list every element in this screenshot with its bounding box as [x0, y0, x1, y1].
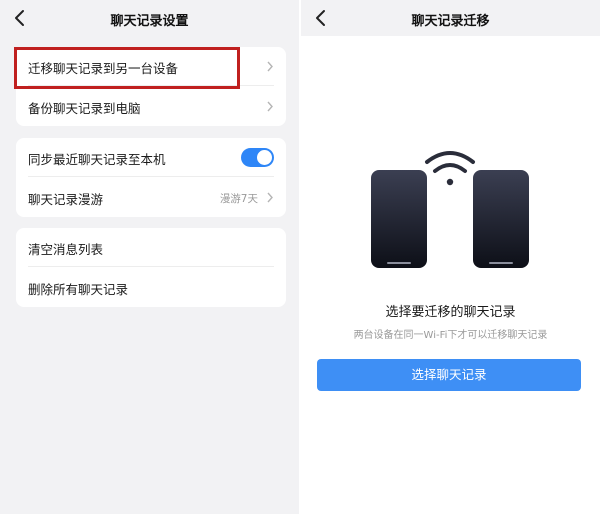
settings-group-clear: 清空消息列表 删除所有聊天记录 [16, 228, 286, 307]
chat-settings-screen: 聊天记录设置 迁移聊天记录到另一台设备 备份聊天记录到电脑 同步最近聊天记录至本… [0, 0, 299, 514]
row-backup-to-pc[interactable]: 备份聊天记录到电脑 [16, 87, 286, 126]
device-transfer-illustration [371, 151, 529, 268]
chat-migration-screen: 聊天记录迁移 选择要迁移的聊天记录 两台设备在同一Wi-Fi下才可以迁移聊天记录… [301, 0, 600, 514]
page-title: 聊天记录设置 [110, 14, 189, 29]
toggle-knob [257, 150, 272, 165]
row-label: 聊天记录漫游 [28, 192, 104, 207]
nav-bar: 聊天记录设置 [0, 0, 299, 36]
roaming-value: 漫游7天 [219, 193, 258, 205]
migration-heading: 选择要迁移的聊天记录 [385, 305, 516, 320]
divider [28, 266, 274, 267]
row-label: 清空消息列表 [28, 242, 104, 257]
row-clear-message-list[interactable]: 清空消息列表 [16, 228, 286, 267]
row-delete-all-chats[interactable]: 删除所有聊天记录 [16, 268, 286, 307]
row-sync-recent: 同步最近聊天记录至本机 [16, 138, 286, 177]
row-label: 同步最近聊天记录至本机 [28, 152, 166, 167]
highlight-annotation [14, 47, 240, 89]
migration-content [301, 36, 600, 514]
select-chats-button[interactable]: 选择聊天记录 [317, 359, 581, 391]
phone-icon [473, 170, 529, 268]
back-arrow-icon[interactable] [12, 9, 28, 27]
row-chat-roaming[interactable]: 聊天记录漫游 漫游7天 [16, 178, 286, 217]
migration-subtitle: 两台设备在同一Wi-Fi下才可以迁移聊天记录 [353, 330, 548, 341]
row-label: 备份聊天记录到电脑 [28, 101, 141, 116]
back-arrow-icon[interactable] [313, 9, 329, 27]
nav-bar: 聊天记录迁移 [301, 0, 600, 36]
sync-toggle-switch[interactable] [241, 148, 274, 167]
page-title: 聊天记录迁移 [411, 14, 490, 29]
wifi-icon [425, 151, 475, 186]
chevron-right-icon [267, 101, 273, 112]
phone-icon [371, 170, 427, 268]
row-label: 删除所有聊天记录 [28, 282, 129, 297]
chevron-right-icon [267, 192, 273, 203]
settings-group-sync: 同步最近聊天记录至本机 聊天记录漫游 漫游7天 [16, 138, 286, 217]
divider [28, 176, 274, 177]
chevron-right-icon [267, 61, 273, 72]
